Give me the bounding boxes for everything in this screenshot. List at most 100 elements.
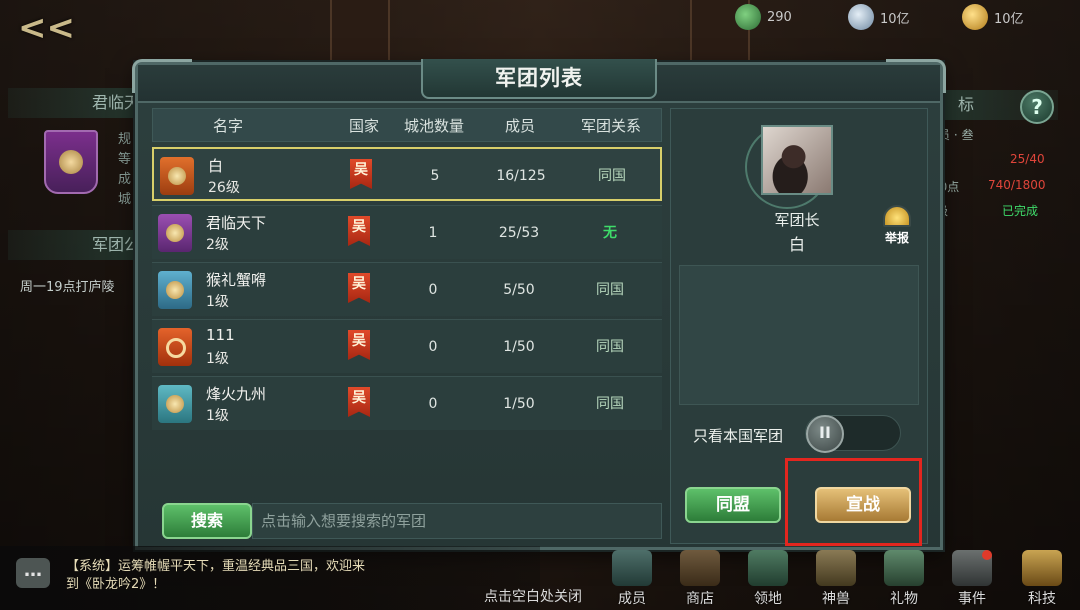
nav-event[interactable]: 事件	[942, 550, 1002, 610]
legion-emblem-icon	[44, 130, 98, 194]
legion-members: 5/50	[503, 282, 535, 298]
legion-emblem-icon	[158, 271, 192, 309]
legion-cities: 1	[428, 225, 438, 241]
nav-shop[interactable]: 商店	[670, 550, 730, 610]
silver-icon	[848, 4, 874, 30]
legion-list-dialog: 军团列表 名字 国家 城池数量 成员 军团关系 白 26级 吴 5 16/125…	[132, 59, 946, 550]
declare-war-button[interactable]: 宣战	[815, 487, 911, 523]
beast-icon	[816, 550, 856, 586]
col-relation: 军团关系	[580, 117, 641, 135]
leader-name: 白	[788, 235, 805, 254]
legion-relation: 同国	[598, 168, 626, 184]
legion-notice-text: 周一19点打庐陵	[20, 280, 115, 295]
legion-cities: 0	[428, 339, 438, 355]
legion-relation: 同国	[596, 339, 624, 355]
dialog-header: 军团列表	[132, 59, 946, 103]
chat-message: 【系统】运筹帷幄平天下，重温经典品三国，欢迎来到《卧龙吟2》！	[66, 559, 366, 592]
legion-emblem-icon	[158, 214, 192, 252]
silver-amount: 10亿	[880, 11, 910, 27]
legion-name: 白	[208, 157, 224, 175]
corner-ornament	[132, 59, 192, 93]
legion-emblem-icon	[158, 385, 192, 423]
legion-relation: 同国	[596, 396, 624, 412]
resource-gold: 10亿	[962, 4, 1024, 30]
avatar	[761, 125, 833, 195]
resource-silver: 10亿	[848, 4, 910, 30]
nav-beast[interactable]: 神兽	[806, 550, 866, 610]
legion-info-header: 君临天	[8, 88, 148, 118]
resource-food: 290	[735, 4, 792, 30]
report-button[interactable]: 举报	[877, 205, 917, 249]
legion-relation: 同国	[596, 282, 624, 298]
country-badge: 吴	[348, 387, 370, 417]
col-name: 名字	[212, 117, 243, 135]
chat-icon[interactable]: …	[16, 558, 50, 588]
close-hint: 点击空白处关闭	[484, 589, 582, 605]
legion-notice-header: 军团公	[8, 230, 148, 260]
legion-members: 16/125	[496, 168, 546, 184]
table-row[interactable]: 猴礼蟹嘚 1级 吴 0 5/50 同国	[152, 262, 662, 316]
tech-icon	[1022, 550, 1062, 586]
filter-label: 只看本国军团	[693, 427, 784, 445]
nav-members[interactable]: 成员	[602, 550, 662, 610]
legion-level: 1级	[206, 408, 229, 424]
legion-name: 烽火九州	[206, 385, 267, 403]
legion-name: 111	[206, 326, 235, 344]
ally-button[interactable]: 同盟	[685, 487, 781, 523]
legion-members: 1/50	[503, 339, 535, 355]
food-icon	[735, 4, 761, 30]
legion-level: 26级	[208, 180, 240, 196]
food-amount: 290	[767, 9, 792, 25]
back-button[interactable]: <<	[18, 10, 75, 46]
help-icon[interactable]: ?	[1020, 90, 1054, 124]
country-badge: 吴	[348, 330, 370, 360]
report-label: 举报	[884, 231, 909, 245]
legion-level: 2级	[206, 237, 229, 253]
notification-dot	[982, 550, 992, 560]
legion-cities: 0	[428, 396, 438, 412]
col-members: 成员	[504, 117, 535, 135]
gold-icon	[962, 4, 988, 30]
legion-relation: 无	[603, 225, 617, 241]
search-button[interactable]: 搜索	[162, 503, 252, 539]
nav-gift[interactable]: 礼物	[874, 550, 934, 610]
same-country-toggle[interactable]: II	[805, 415, 901, 453]
dialog-title: 军团列表	[421, 59, 657, 99]
legion-cities: 0	[428, 282, 438, 298]
col-cities: 城池数量	[403, 117, 464, 135]
legion-name: 君临天下	[206, 214, 267, 232]
table-row[interactable]: 白 26级 吴 5 16/125 同国	[152, 147, 662, 201]
corner-ornament	[886, 59, 946, 93]
country-badge: 吴	[348, 216, 370, 246]
goal-panel: 标 ? 员 · 叁 25/40 00点 740/1800 级 已完成	[930, 80, 1080, 320]
legion-cities: 5	[430, 168, 440, 184]
toggle-knob[interactable]: II	[806, 415, 844, 453]
chat-bar[interactable]: … 【系统】运筹帷幄平天下，重温经典品三国，欢迎来到《卧龙吟2》！	[0, 546, 540, 610]
background-pillar	[330, 0, 390, 70]
gold-amount: 10亿	[994, 11, 1024, 27]
legion-detail-pane: 军团长 白 举报 只看本国军团 II 同盟 宣战	[670, 108, 928, 544]
table-row[interactable]: 111 1级 吴 0 1/50 同国	[152, 319, 662, 373]
legion-level: 1级	[206, 294, 229, 310]
table-row[interactable]: 君临天下 2级 吴 1 25/53 无	[152, 205, 662, 259]
leader-title: 军团长	[774, 211, 820, 229]
legion-info-box	[679, 265, 919, 405]
legion-members: 25/53	[498, 225, 540, 241]
gift-icon	[884, 550, 924, 586]
nav-tech[interactable]: 科技	[1012, 550, 1072, 610]
legion-level: 1级	[206, 351, 229, 367]
table-row[interactable]: 烽火九州 1级 吴 0 1/50 同国	[152, 376, 662, 430]
search-input[interactable]: 点击输入想要搜索的军团	[252, 503, 662, 539]
country-badge: 吴	[350, 159, 372, 189]
shop-icon	[680, 550, 720, 586]
legion-info-panel: 君临天 规 等 成 城 军团公 周一19点打庐陵	[0, 80, 148, 310]
table-header: 名字 国家 城池数量 成员 军团关系	[152, 108, 662, 142]
legion-emblem-icon	[160, 157, 194, 195]
alarm-icon	[883, 205, 911, 227]
legion-members: 1/50	[503, 396, 535, 412]
nav-territory[interactable]: 领地	[738, 550, 798, 610]
members-icon	[612, 550, 652, 586]
legion-emblem-icon	[158, 328, 192, 366]
territory-icon	[748, 550, 788, 586]
country-badge: 吴	[348, 273, 370, 303]
